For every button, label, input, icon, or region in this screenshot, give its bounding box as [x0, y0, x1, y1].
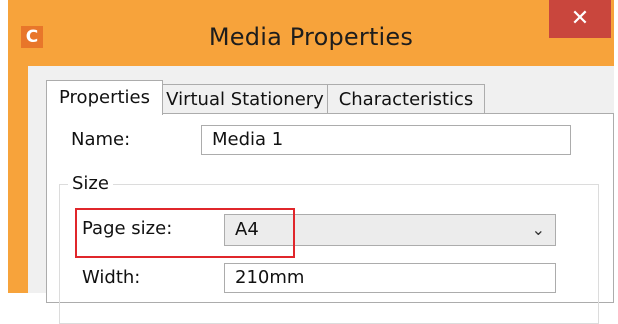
name-field[interactable]: Media 1	[201, 125, 571, 155]
name-label: Name:	[71, 129, 131, 150]
close-icon: ✕	[570, 6, 590, 31]
width-field[interactable]: 210mm	[224, 263, 556, 293]
close-button[interactable]: ✕	[549, 0, 611, 38]
tab-virtual-stationery[interactable]: Virtual Stationery	[162, 84, 328, 114]
tab-characteristics[interactable]: Characteristics	[327, 84, 485, 114]
dialog-body: Properties Virtual Stationery Characteri…	[28, 66, 614, 324]
width-label: Width:	[82, 267, 141, 288]
properties-panel: Name: Media 1 Size Page size: A4 ⌄ Width…	[46, 113, 614, 324]
tab-properties[interactable]: Properties	[46, 80, 163, 115]
dialog-title: Media Properties	[208, 23, 414, 51]
title-bar: C Media Properties ✕	[8, 0, 614, 66]
size-groupbox: Size Page size: A4 ⌄ Width: 210mm	[59, 173, 599, 324]
page-size-value: A4	[235, 219, 259, 240]
chevron-down-icon: ⌄	[531, 220, 545, 239]
page-size-label: Page size:	[82, 218, 173, 239]
size-group-label: Size	[68, 173, 113, 194]
dialog-window: C Media Properties ✕ Properties Virtual …	[8, 0, 614, 324]
page-size-dropdown[interactable]: A4 ⌄	[224, 214, 556, 246]
